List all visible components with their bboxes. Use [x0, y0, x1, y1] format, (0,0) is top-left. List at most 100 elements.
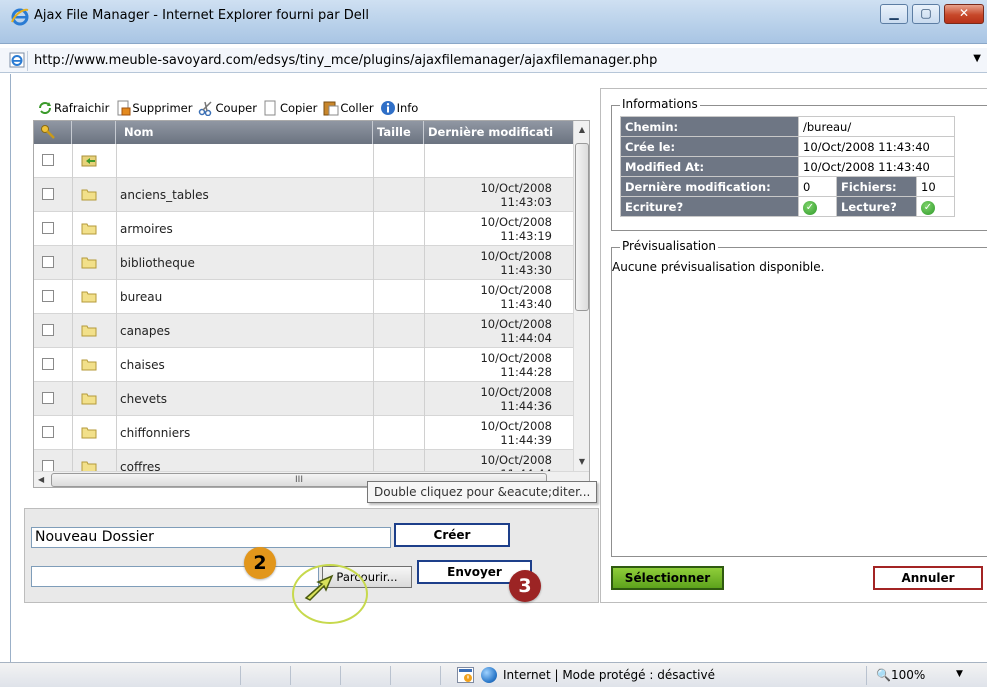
- table-row[interactable]: armoires 10/Oct/2008 11:43:19: [34, 212, 574, 246]
- table-row[interactable]: chevets 10/Oct/2008 11:44:36: [34, 382, 574, 416]
- table-row[interactable]: chiffonniers 10/Oct/2008 11:44:39: [34, 416, 574, 450]
- preview-text: Aucune prévisualisation disponible.: [612, 260, 825, 274]
- icon-column-header: [72, 121, 116, 144]
- copy-button[interactable]: Copier: [263, 100, 317, 116]
- row-date-day: 10/Oct/2008: [480, 283, 552, 297]
- write-status: ✓: [798, 196, 837, 217]
- row-date-day: 10/Oct/2008: [480, 317, 552, 331]
- row-checkbox[interactable]: [42, 358, 54, 370]
- last-modification-value: 0: [798, 176, 837, 197]
- table-row[interactable]: canapes 10/Oct/2008 11:44:04: [34, 314, 574, 348]
- files-label: Fichiers:: [836, 176, 917, 197]
- scroll-up-icon[interactable]: ▲: [574, 125, 589, 134]
- paste-label: Coller: [340, 101, 374, 115]
- refresh-icon: [39, 102, 51, 114]
- vertical-scrollbar[interactable]: ▲ ▼: [573, 121, 589, 471]
- write-label: Ecriture?: [620, 196, 799, 217]
- info-button[interactable]: Info: [380, 100, 419, 116]
- delete-button[interactable]: Supprimer: [115, 100, 192, 116]
- file-list: Nom Taille Dernière modificati anciens_t…: [33, 120, 590, 488]
- row-name: bibliotheque: [120, 256, 195, 270]
- read-label: Lecture?: [836, 196, 917, 217]
- row-date-time: 11:44:28: [500, 365, 552, 379]
- address-dropdown-icon[interactable]: ▼: [973, 53, 981, 64]
- status-separator: [866, 666, 867, 685]
- column-divider: [424, 144, 425, 471]
- status-separator: [290, 666, 291, 685]
- information-legend: Informations: [620, 97, 700, 111]
- row-name: bureau: [120, 290, 163, 304]
- file-list-header: Nom Taille Dernière modificati: [34, 121, 574, 144]
- row-date-day: 10/Oct/2008: [480, 453, 552, 467]
- tooltip: Double cliquez pour &eacute;diter...: [367, 481, 598, 503]
- modified-value: 10/Oct/2008 11:43:40: [798, 156, 955, 177]
- scissors-icon: [199, 101, 212, 116]
- folder-icon: [81, 325, 97, 337]
- address-separator: [27, 51, 28, 71]
- minimize-button[interactable]: ▁: [880, 4, 908, 24]
- parent-folder-row[interactable]: [34, 144, 574, 178]
- row-checkbox[interactable]: [42, 426, 54, 438]
- row-date-time: 11:43:19: [500, 229, 552, 243]
- scroll-left-icon[interactable]: ◀: [38, 475, 44, 484]
- row-date: 10/Oct/2008 11:44:39: [424, 419, 552, 447]
- new-folder-input[interactable]: Nouveau Dossier: [31, 527, 391, 548]
- parent-folder-icon: [81, 155, 97, 167]
- folder-icon: [81, 291, 97, 303]
- paste-button[interactable]: Coller: [323, 100, 374, 116]
- row-checkbox[interactable]: [42, 324, 54, 336]
- cancel-button[interactable]: Annuler: [873, 566, 983, 590]
- pointer-arrow-icon: [304, 574, 334, 601]
- folder-icon: [81, 393, 97, 405]
- address-url[interactable]: http://www.meuble-savoyard.com/edsys/tin…: [34, 53, 657, 68]
- last-modification-label: Dernière modification:: [620, 176, 799, 197]
- row-date: 10/Oct/2008 11:44:04: [424, 317, 552, 345]
- upload-file-input[interactable]: [31, 566, 319, 587]
- step-3-badge: 3: [509, 570, 541, 602]
- copy-icon: [264, 100, 276, 116]
- security-warning-icon[interactable]: [457, 667, 474, 683]
- cut-button[interactable]: Couper: [198, 100, 257, 116]
- refresh-button[interactable]: Rafraichir: [37, 100, 109, 116]
- zoom-level[interactable]: 🔍100%: [876, 668, 925, 682]
- row-checkbox[interactable]: [42, 256, 54, 268]
- row-checkbox[interactable]: [42, 188, 54, 200]
- minimize-icon: ▁: [889, 6, 899, 20]
- name-column-header[interactable]: Nom: [116, 121, 373, 144]
- files-value: 10: [916, 176, 955, 197]
- scroll-down-icon[interactable]: ▼: [574, 457, 589, 466]
- close-button[interactable]: ✕: [944, 4, 984, 24]
- key-icon: [41, 125, 55, 139]
- table-row[interactable]: bibliotheque 10/Oct/2008 11:43:30: [34, 246, 574, 280]
- row-name: chaises: [120, 358, 165, 372]
- table-row[interactable]: bureau 10/Oct/2008 11:43:40: [34, 280, 574, 314]
- row-checkbox[interactable]: [42, 154, 54, 166]
- security-zone[interactable]: Internet | Mode protégé : désactivé: [503, 668, 715, 682]
- table-row[interactable]: anciens_tables 10/Oct/2008 11:43:03: [34, 178, 574, 212]
- zoom-dropdown-icon[interactable]: ▼: [956, 669, 963, 679]
- preview-fieldset: Prévisualisation: [611, 239, 987, 557]
- window-title: Ajax File Manager - Internet Explorer fo…: [34, 8, 369, 23]
- select-button[interactable]: Sélectionner: [611, 566, 724, 590]
- refresh-label: Rafraichir: [54, 101, 110, 115]
- modified-column-header[interactable]: Dernière modificati: [424, 121, 574, 144]
- row-date: 10/Oct/2008 11:43:19: [424, 215, 552, 243]
- row-name: anciens_tables: [120, 188, 209, 202]
- maximize-button[interactable]: ▢: [912, 4, 940, 24]
- info-label: Info: [396, 101, 419, 115]
- create-folder-button[interactable]: Créer: [394, 523, 510, 547]
- select-column-header[interactable]: [34, 121, 72, 144]
- table-row[interactable]: chaises 10/Oct/2008 11:44:28: [34, 348, 574, 382]
- vertical-scroll-thumb[interactable]: [575, 143, 589, 311]
- address-bar[interactable]: http://www.meuble-savoyard.com/edsys/tin…: [0, 47, 987, 73]
- info-icon: [380, 101, 395, 115]
- paste-icon: [323, 101, 339, 116]
- row-date: 10/Oct/2008 11:43:40: [424, 283, 552, 311]
- internet-explorer-icon: [11, 8, 29, 26]
- row-checkbox[interactable]: [42, 290, 54, 302]
- size-column-header[interactable]: Taille: [373, 121, 424, 144]
- row-checkbox[interactable]: [42, 222, 54, 234]
- row-checkbox[interactable]: [42, 392, 54, 404]
- page-icon: [9, 52, 25, 68]
- row-date-time: 11:43:30: [500, 263, 552, 277]
